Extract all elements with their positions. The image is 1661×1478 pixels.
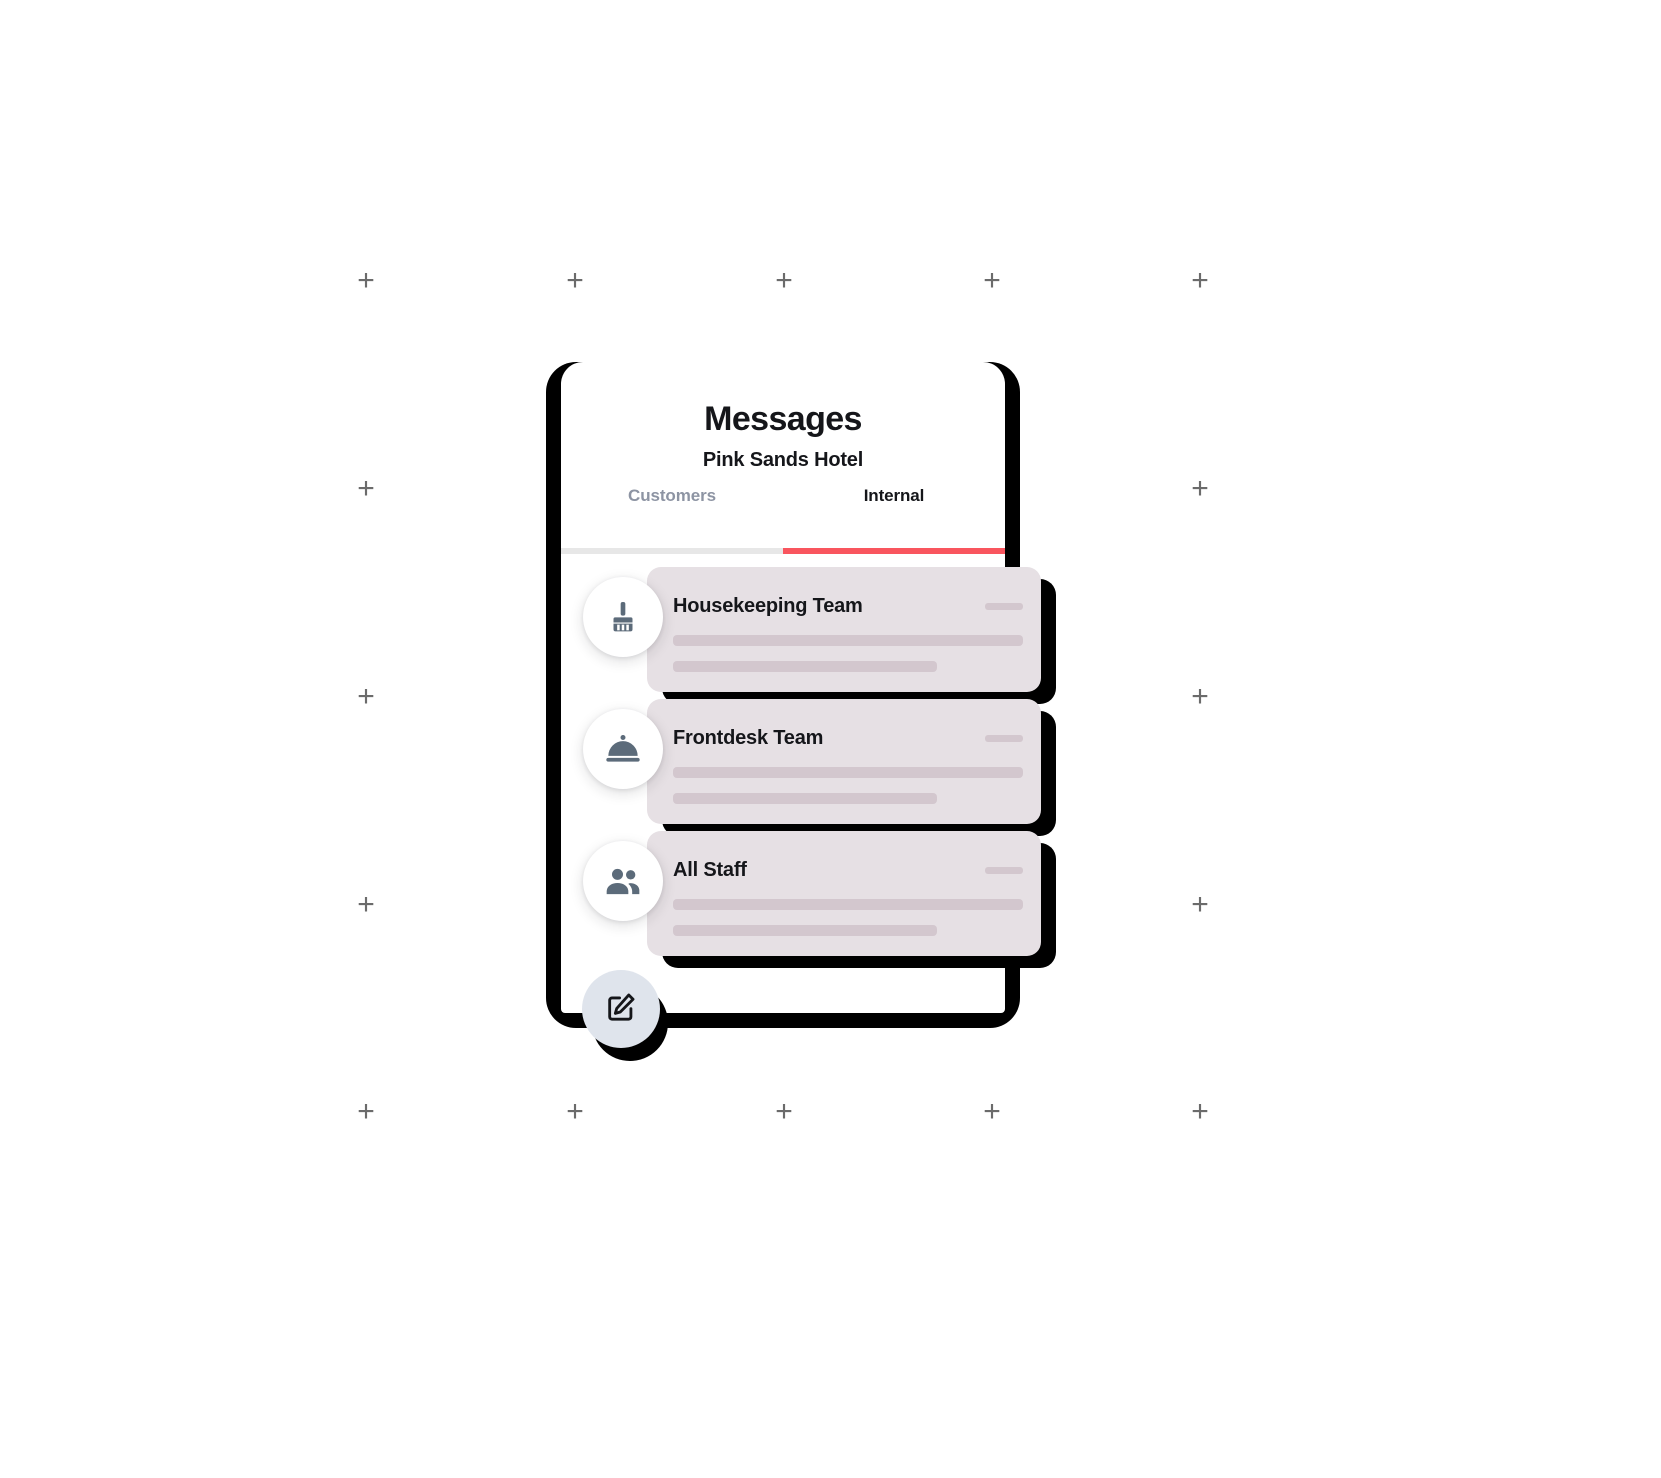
plus-marker-icon: +: [1191, 888, 1209, 921]
tab-underline-track: [561, 548, 1005, 554]
conversation-card[interactable]: All Staff: [647, 831, 1041, 956]
plus-marker-icon: +: [357, 888, 375, 921]
conversation-card[interactable]: Frontdesk Team: [647, 699, 1041, 824]
conversation-preview-line-1: [673, 899, 1023, 910]
plus-marker-icon: +: [1191, 1095, 1209, 1128]
compose-edit-icon: [604, 990, 638, 1029]
conversation-row[interactable]: Frontdesk Team: [561, 694, 1056, 836]
conversation-row[interactable]: All Staff: [561, 826, 1056, 968]
plus-marker-icon: +: [357, 472, 375, 505]
conversation-avatar: [583, 709, 663, 789]
plus-marker-icon: +: [1191, 472, 1209, 505]
tab-internal[interactable]: Internal: [783, 486, 1005, 526]
plus-marker-icon: +: [357, 1095, 375, 1128]
conversation-preview-line-1: [673, 635, 1023, 646]
cleaning-brush-icon: [603, 597, 643, 637]
conversation-preview-line-2: [673, 925, 937, 936]
conversation-title: Frontdesk Team: [673, 727, 824, 749]
compose-button[interactable]: [582, 970, 660, 1048]
plus-marker-icon: +: [1191, 264, 1209, 297]
plus-marker-icon: +: [566, 1095, 584, 1128]
conversation-preview-line-1: [673, 767, 1023, 778]
conversation-timestamp-placeholder: [985, 867, 1023, 874]
plus-marker-icon: +: [357, 264, 375, 297]
hotel-name-subtitle: Pink Sands Hotel: [702, 449, 864, 471]
conversation-avatar: [583, 577, 663, 657]
conversation-preview-line-2: [673, 793, 937, 804]
conversation-list: Housekeeping Team Frontdesk Team All Staff: [561, 562, 1056, 968]
plus-marker-icon: +: [775, 1095, 793, 1128]
conversation-avatar: [583, 841, 663, 921]
plus-marker-icon: +: [983, 264, 1001, 297]
plus-marker-icon: +: [775, 264, 793, 297]
tab-customers[interactable]: Customers: [561, 486, 783, 526]
plus-marker-icon: +: [1191, 680, 1209, 713]
plus-marker-icon: +: [983, 1095, 1001, 1128]
conversation-title: Housekeeping Team: [673, 595, 863, 617]
conversation-row[interactable]: Housekeeping Team: [561, 562, 1056, 704]
plus-marker-icon: +: [357, 680, 375, 713]
conversation-timestamp-placeholder: [985, 603, 1023, 610]
conversation-preview-line-2: [673, 661, 937, 672]
conversation-timestamp-placeholder: [985, 735, 1023, 742]
screen-header: Messages Pink Sands Hotel: [561, 362, 1005, 472]
conversation-card[interactable]: Housekeeping Team: [647, 567, 1041, 692]
tab-active-indicator: [783, 548, 1005, 554]
room-service-cloche-icon: [603, 729, 643, 769]
phone-mockup: Messages Pink Sands Hotel Customers Inte…: [561, 362, 1056, 1013]
tab-bar: Customers Internal: [561, 486, 1005, 526]
screenshot-canvas: +++++++++++++++++++++++++ Messages Pink …: [0, 0, 1661, 1478]
plus-marker-icon: +: [566, 264, 584, 297]
two-people-icon: [603, 861, 643, 901]
conversation-title: All Staff: [673, 859, 747, 881]
page-title: Messages: [704, 400, 862, 438]
